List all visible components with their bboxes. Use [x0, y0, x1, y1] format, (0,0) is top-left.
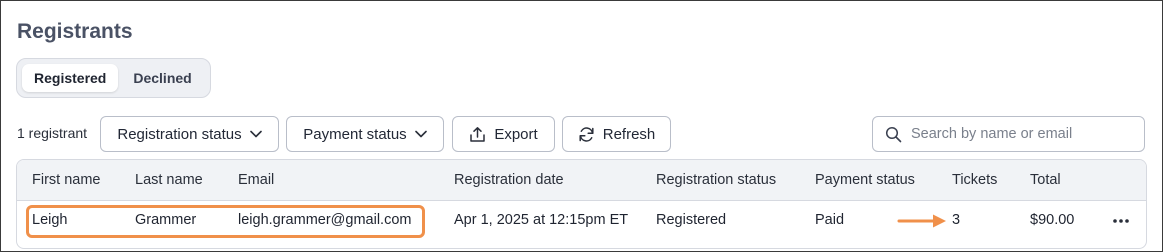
export-button[interactable]: Export [452, 116, 555, 152]
chevron-down-icon [414, 130, 427, 138]
chevron-down-icon [249, 130, 262, 138]
row-more-actions-button[interactable] [1110, 212, 1132, 230]
column-header-registration-date[interactable]: Registration date [454, 172, 564, 188]
cell-registration-status: Registered [656, 212, 727, 228]
registrant-count: 1 registrant [17, 125, 88, 141]
search-box [872, 116, 1145, 152]
column-header-payment-status[interactable]: Payment status [815, 172, 915, 188]
status-tabs: Registered Declined [16, 58, 211, 98]
column-header-email[interactable]: Email [238, 172, 274, 188]
payment-status-filter[interactable]: Payment status [286, 116, 444, 152]
refresh-icon [579, 126, 594, 142]
registration-status-filter-label: Registration status [117, 125, 242, 143]
tab-declined[interactable]: Declined [122, 64, 202, 92]
cell-tickets: 3 [952, 212, 961, 228]
column-header-last-name[interactable]: Last name [135, 172, 203, 188]
column-header-registration-status[interactable]: Registration status [656, 172, 776, 188]
cell-registration-date: Apr 1, 2025 at 12:15pm ET [454, 212, 629, 228]
page-frame: Registrants Registered Declined 1 regist… [0, 0, 1163, 252]
arrow-right-icon [897, 214, 946, 228]
refresh-button[interactable]: Refresh [562, 116, 671, 152]
registrants-table: First name Last name Email Registration … [16, 159, 1147, 249]
column-header-tickets[interactable]: Tickets [952, 172, 997, 188]
export-label: Export [494, 125, 538, 143]
page-title: Registrants [17, 20, 133, 43]
table-header: First name Last name Email Registration … [17, 160, 1146, 201]
cell-total: $90.00 [1030, 212, 1075, 228]
registration-status-filter[interactable]: Registration status [100, 116, 279, 152]
payment-status-filter-label: Payment status [303, 125, 407, 143]
export-icon [470, 126, 486, 142]
refresh-label: Refresh [602, 125, 656, 143]
more-horizontal-icon [1113, 219, 1129, 223]
search-input[interactable] [911, 126, 1131, 142]
name-email-highlight [26, 205, 425, 238]
column-header-total[interactable]: Total [1030, 172, 1061, 188]
tab-registered[interactable]: Registered [22, 64, 119, 92]
column-header-first-name[interactable]: First name [32, 172, 101, 188]
cell-payment-status: Paid [815, 212, 845, 228]
search-icon [885, 126, 902, 142]
